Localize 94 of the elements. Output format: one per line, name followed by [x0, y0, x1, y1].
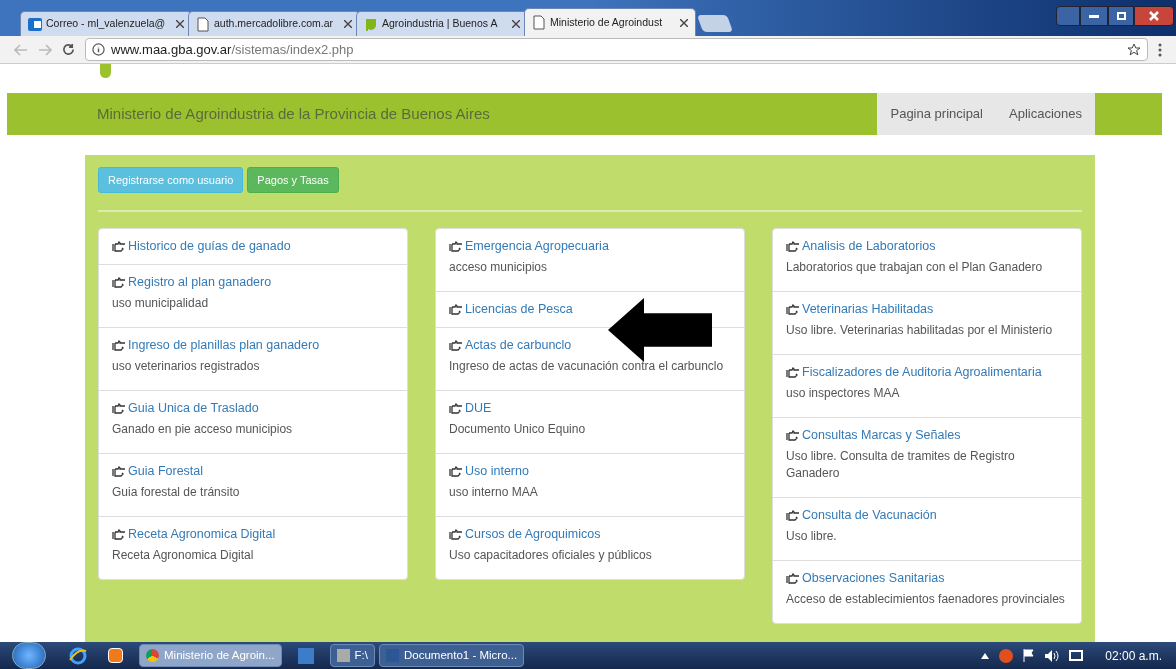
close-tab-icon[interactable] [680, 18, 688, 27]
item-description: Uso libre. Consulta de tramites de Registro Ganadero [786, 448, 1016, 482]
item-description: uso inspectores MAA [786, 385, 901, 402]
item-description: Acceso de establecimientos faenadores provinciales [786, 591, 1066, 608]
list-link[interactable]: Analisis de Laboratorios [802, 238, 936, 255]
item-description: Ingreso de actas de vacunación contra el carbunclo [449, 358, 725, 375]
clock[interactable]: 02:00 a.m. [1105, 646, 1162, 665]
pointing-hand-icon [786, 510, 800, 521]
close-icon [1149, 11, 1159, 21]
minimize-button[interactable] [1080, 6, 1108, 26]
close-tab-icon[interactable] [512, 20, 520, 28]
list-link[interactable]: Cursos de Agroquimicos [465, 526, 601, 543]
leaf-logo [100, 64, 111, 78]
pointing-hand-icon [449, 241, 463, 252]
item-description: uso interno MAA [449, 484, 539, 501]
pointing-hand-icon [449, 340, 463, 351]
mail-icon [28, 16, 42, 32]
star-icon[interactable] [1127, 42, 1141, 57]
page-icon [532, 15, 546, 30]
item-description: Uso libre. Veterinarias habilitadas por el Ministerio [786, 322, 1054, 339]
media-player-icon[interactable] [108, 648, 123, 663]
minimize-icon [1089, 14, 1099, 18]
pointing-hand-icon [786, 430, 800, 441]
pointing-hand-icon [449, 403, 463, 414]
list-link[interactable]: Consultas Marcas y Señales [802, 427, 961, 444]
drive-icon [336, 649, 350, 662]
item-description: Documento Unico Equino [449, 421, 587, 438]
reload-icon[interactable] [62, 43, 75, 56]
pointing-hand-icon [112, 403, 126, 414]
pointing-hand-icon [449, 304, 463, 315]
pointing-hand-icon [112, 529, 126, 540]
address-bar[interactable]: www.maa.gba.gov.ar/sistemas/index2.php [85, 38, 1148, 61]
leaf-icon [364, 16, 378, 32]
browser-icon[interactable] [68, 645, 88, 666]
list-link[interactable]: Veterinarias Habilitadas [802, 301, 934, 318]
pointing-hand-icon [786, 573, 800, 584]
item-description: Receta Agronomica Digital [112, 547, 255, 564]
pointing-hand-icon [786, 367, 800, 378]
item-description: Guia forestal de tránsito [112, 484, 241, 501]
list-link[interactable]: Consulta de Vacunación [802, 507, 937, 524]
pointing-hand-icon [112, 466, 126, 477]
pointing-hand-icon [112, 241, 126, 252]
maximize-icon [1116, 12, 1126, 20]
list-link[interactable]: Uso interno [465, 463, 529, 480]
new-tab-button[interactable] [696, 15, 734, 32]
taskbar-button[interactable]: Documento1 - Micro... [379, 644, 525, 667]
taskbar-button[interactable]: F:\ [329, 644, 375, 667]
site-title: Ministerio de Agroindustria de la Provincia de Buenos Aires [97, 103, 491, 124]
list-link[interactable]: Fiscalizadores de Auditoria Agroalimentaria [802, 364, 1042, 381]
maximize-button[interactable] [1108, 6, 1134, 26]
payments-button[interactable]: Pagos y Tasas [247, 167, 339, 193]
start-button[interactable] [12, 642, 46, 669]
url-text: www.maa.gba.gov.ar/sistemas/index2.php [111, 40, 355, 59]
nav-link[interactable]: Pagina principal [877, 93, 996, 135]
pointing-hand-icon [449, 466, 463, 477]
item-description: Ganado en pie acceso municipios [112, 421, 294, 438]
info-icon [92, 43, 105, 56]
close-tab-icon[interactable] [344, 20, 352, 28]
volume-icon[interactable] [1045, 649, 1060, 662]
pointing-hand-icon [112, 277, 126, 288]
pointing-hand-icon [786, 241, 800, 252]
item-description: Uso libre. [786, 528, 838, 545]
list-link[interactable]: Registro al plan ganadero [128, 274, 272, 291]
page-icon [196, 16, 210, 32]
list-link[interactable]: Historico de guías de ganado [128, 238, 291, 255]
browser-icon [146, 649, 159, 662]
item-description: Laboratorios que trabajan con el Plan Ganadero [786, 259, 1044, 276]
item-description: uso veterinarios registrados [112, 358, 261, 375]
list-link[interactable]: Observaciones Sanitarias [802, 570, 945, 587]
list-link[interactable]: Licencias de Pesca [465, 301, 573, 318]
taskbar-app-icon[interactable] [297, 647, 314, 664]
list-link[interactable]: Emergencia Agropecuaria [465, 238, 609, 255]
item-description: acceso municipios [449, 259, 549, 276]
item-description: uso municipalidad [112, 295, 210, 312]
pointing-hand-icon [112, 340, 126, 351]
pointing-hand-icon [786, 304, 800, 315]
network-icon[interactable] [1069, 650, 1084, 661]
close-tab-icon[interactable] [176, 20, 184, 28]
browser-tab[interactable]: Ministerio de Agroindust [524, 8, 696, 36]
list-link[interactable]: DUE [465, 400, 492, 417]
menu-icon[interactable] [1158, 42, 1162, 57]
flag-icon[interactable] [1023, 649, 1036, 662]
list-link[interactable]: Actas de carbunclo [465, 337, 572, 354]
list-link[interactable]: Receta Agronomica Digital [128, 526, 276, 543]
item-description: Uso capacitadores oficiales y públicos [449, 547, 653, 564]
close-button[interactable] [1134, 6, 1174, 26]
tray-arrow-icon[interactable] [981, 652, 990, 659]
list-link[interactable]: Guia Unica de Traslado [128, 400, 259, 417]
list-link[interactable]: Guia Forestal [128, 463, 204, 480]
list-link[interactable]: Ingreso de planillas plan ganadero [128, 337, 320, 354]
taskbar-button[interactable]: Ministerio de Agroin... [139, 644, 282, 667]
pointing-hand-icon [449, 529, 463, 540]
nav-link[interactable]: Aplicaciones [996, 93, 1095, 135]
tray-app-icon[interactable] [999, 648, 1014, 663]
